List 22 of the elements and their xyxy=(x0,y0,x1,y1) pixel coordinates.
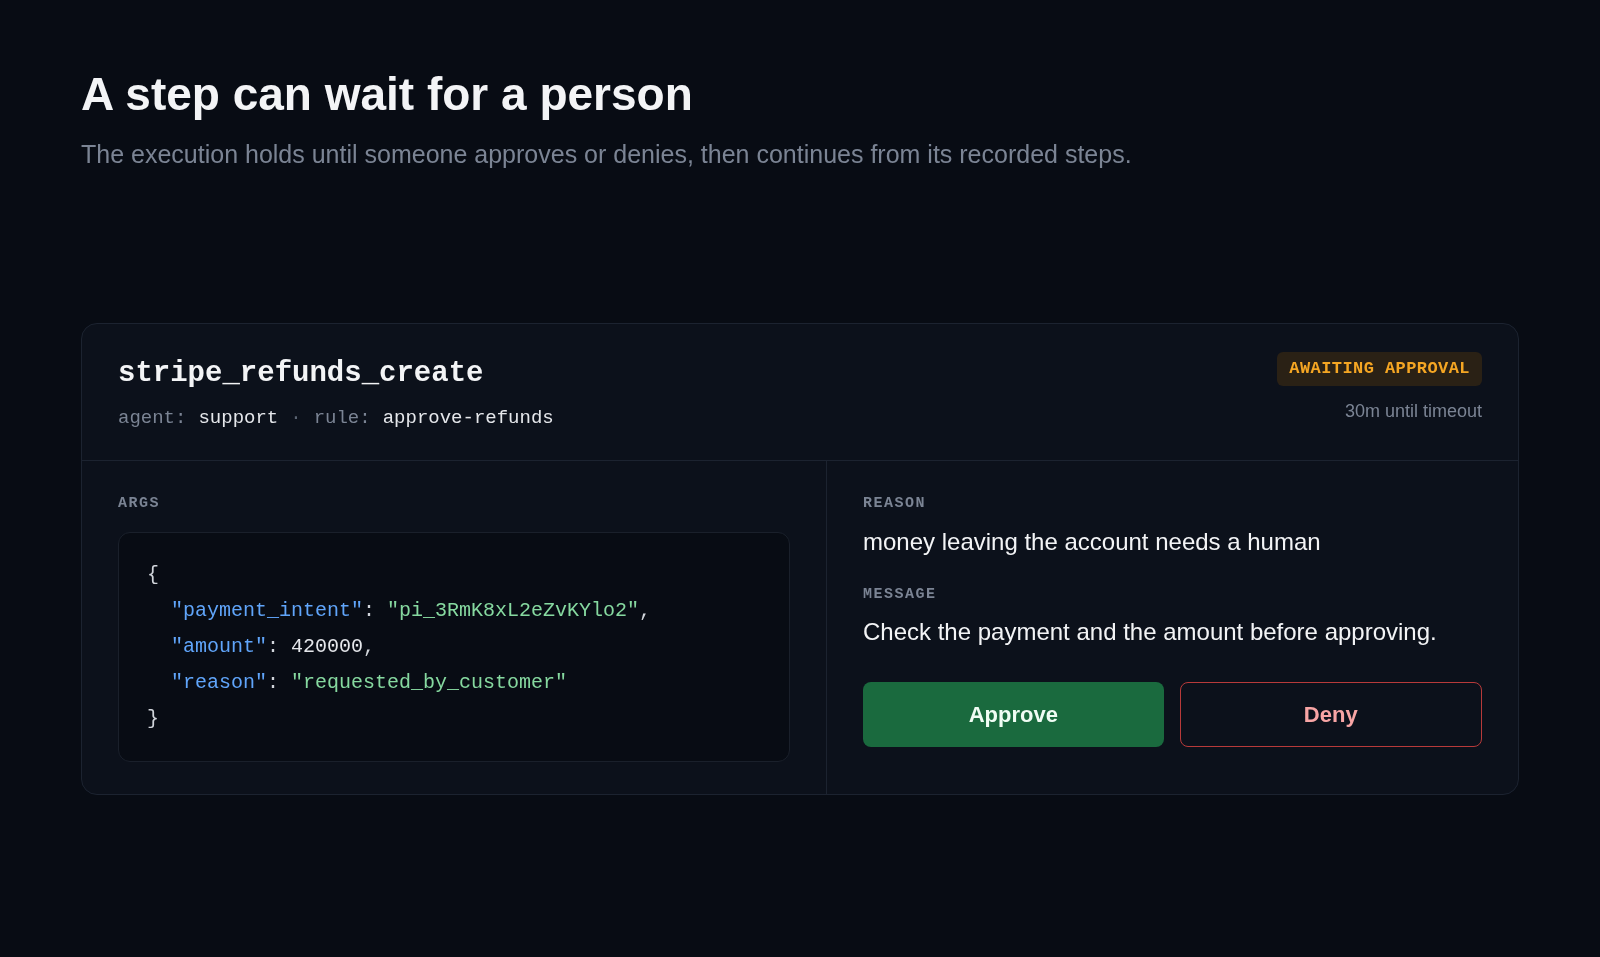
tool-name: stripe_refunds_create xyxy=(118,356,484,392)
separator-dot: · xyxy=(290,405,302,431)
page-heading: A step can wait for a person xyxy=(81,67,693,122)
field-text: Check the payment and the amount before approving. xyxy=(863,617,1437,647)
meta-label: rule: xyxy=(313,405,371,431)
code-line: } xyxy=(147,705,159,732)
code-line: "amount": 420000, xyxy=(170,633,376,660)
section-label: ARGS xyxy=(118,494,160,514)
meta-value: support xyxy=(198,405,279,431)
field-text: money leaving the account needs a human xyxy=(863,526,1321,557)
code-line: { xyxy=(147,561,159,588)
deny-button[interactable]: Deny xyxy=(1179,682,1482,747)
code-line: "reason": "requested_by_customer" xyxy=(170,669,568,696)
page-subheading: The execution holds until someone approves or denies, then continues from its recorded steps. xyxy=(81,138,1132,170)
code-line: "payment_intent": "pi_3RmK8xL2eZvKYlo2", xyxy=(170,597,652,624)
meta-label: agent: xyxy=(118,405,187,431)
section-label: REASON xyxy=(863,494,926,514)
section-label: MESSAGE xyxy=(863,584,937,605)
status-badge: AWAITING APPROVAL xyxy=(1277,352,1482,386)
meta-value: approve-refunds xyxy=(382,405,554,431)
approve-button[interactable]: Approve xyxy=(863,682,1164,747)
timeout-text: 30m until timeout xyxy=(1344,399,1482,423)
